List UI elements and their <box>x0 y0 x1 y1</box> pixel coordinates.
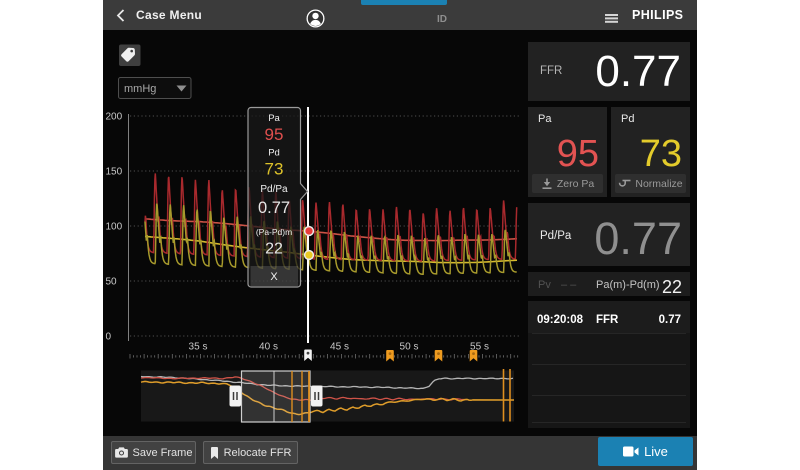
svg-text:50: 50 <box>106 277 118 288</box>
svg-text:mmHg: mmHg <box>124 83 156 95</box>
svg-text:95: 95 <box>265 125 284 144</box>
svg-text:(Pa-Pd)m: (Pa-Pd)m <box>256 227 292 237</box>
svg-text:50 s: 50 s <box>400 342 419 353</box>
svg-text:Pa: Pa <box>268 113 280 124</box>
svg-text:22: 22 <box>265 241 283 258</box>
svg-text:0: 0 <box>106 332 112 343</box>
svg-text:35 s: 35 s <box>189 342 208 353</box>
svg-text:X: X <box>270 271 278 283</box>
svg-text:100: 100 <box>106 222 123 233</box>
svg-text:Pd/Pa: Pd/Pa <box>260 184 288 195</box>
svg-text:150: 150 <box>106 167 123 178</box>
svg-text:0.77: 0.77 <box>258 199 290 217</box>
svg-text:200: 200 <box>106 112 123 123</box>
svg-text:45 s: 45 s <box>330 342 349 353</box>
svg-text:40 s: 40 s <box>259 342 278 353</box>
svg-text:73: 73 <box>265 160 284 179</box>
svg-text:Pd: Pd <box>268 148 280 159</box>
